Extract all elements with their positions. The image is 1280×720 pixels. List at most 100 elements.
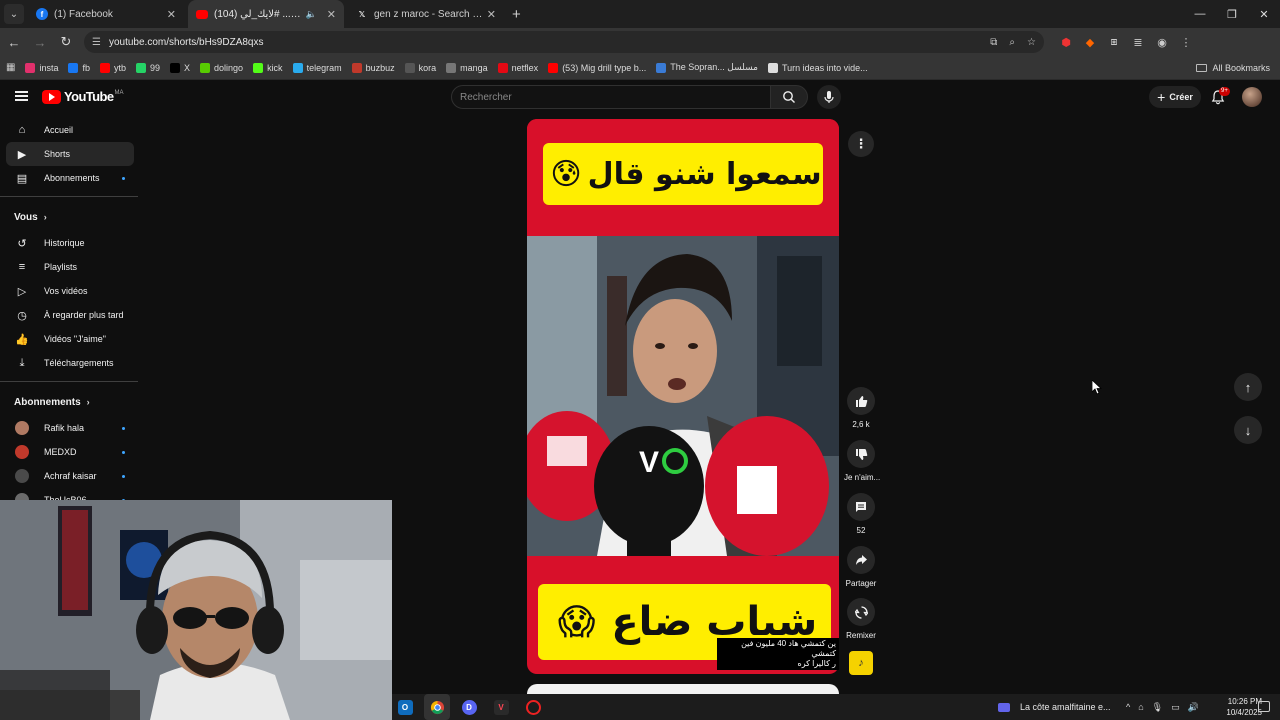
profile-icon[interactable]: ◉ — [1150, 36, 1174, 49]
svg-text:V: V — [639, 446, 659, 479]
bookmark-item[interactable]: fb — [68, 62, 90, 73]
bookmark-item[interactable]: manga — [446, 62, 488, 73]
sidebar-item[interactable]: ▷ Vos vidéos — [6, 279, 134, 303]
bookmark-item[interactable]: The Sopran... مسلسل — [656, 62, 758, 73]
tab-search-icon[interactable]: ⌄ — [4, 4, 24, 24]
sidebar-item[interactable]: Achraf kaisar — [6, 464, 134, 488]
close-tab-icon[interactable]: ✕ — [167, 8, 176, 21]
taskbar-discord-icon[interactable]: D — [456, 694, 482, 720]
extension-adblock-icon[interactable]: ⬢ — [1054, 36, 1078, 49]
bookmark-item[interactable]: telegram — [292, 62, 342, 73]
sidebar-section-subscriptions[interactable]: Abonnements › — [0, 388, 140, 416]
install-app-icon[interactable]: ⧉ — [990, 37, 997, 48]
sidebar-item[interactable]: 👍 Vidéos "J'aime" — [6, 327, 134, 351]
volume-icon[interactable]: 🔊 — [1188, 702, 1199, 713]
forward-icon[interactable]: → — [28, 30, 52, 54]
bookmark-item[interactable]: 99 — [136, 62, 160, 73]
zoom-icon[interactable]: ⌕ — [1009, 37, 1015, 48]
remix-button[interactable]: Remixer — [844, 598, 878, 640]
browser-tab[interactable]: 𝕏gen z maroc - Search / X ✕ — [348, 0, 504, 28]
extensions-puzzle-icon[interactable]: ⧆ — [1102, 36, 1126, 49]
network-icon[interactable]: ▭ — [1171, 702, 1180, 713]
search-input[interactable]: Rechercher — [451, 85, 771, 109]
bookmark-label: buzbuz — [365, 62, 395, 73]
close-tab-icon[interactable]: ✕ — [327, 8, 336, 21]
sidebar-item[interactable]: ⌂ Accueil — [6, 118, 134, 142]
notification-center-icon[interactable] — [1258, 701, 1270, 712]
share-button[interactable]: Partager — [844, 546, 878, 588]
taskbar-outlook-icon[interactable]: O — [392, 694, 418, 720]
bookmark-star-icon[interactable]: ☆ — [1027, 37, 1036, 48]
youtube-icon — [548, 62, 559, 73]
sidebar-item[interactable]: ≡ Playlists — [6, 255, 134, 279]
browser-tab[interactable]: (104) شباب ضاع... #لايك_لي🔈 ✕ — [188, 0, 344, 28]
browser-menu-icon[interactable]: ⋮ — [1174, 36, 1198, 49]
bookmark-item[interactable]: dolingo — [200, 62, 243, 73]
sidebar-item[interactable]: ◷ À regarder plus tard — [6, 303, 134, 327]
sidebar-item[interactable]: MEDXD — [6, 440, 134, 464]
create-label: Créer — [1169, 92, 1193, 102]
sound-thumbnail[interactable]: ♪ — [849, 651, 873, 675]
chevron-right-icon: › — [86, 397, 90, 407]
media-widget[interactable]: La côte amalfitaine e... — [998, 694, 1111, 720]
chevron-up-icon[interactable]: ^ — [1126, 702, 1130, 712]
close-window-icon[interactable]: ✕ — [1248, 0, 1280, 28]
bookmark-item[interactable]: buzbuz — [351, 62, 395, 73]
restore-icon[interactable]: ❐ — [1216, 0, 1248, 28]
menu-icon[interactable] — [15, 91, 28, 101]
account-avatar[interactable] — [1242, 87, 1262, 107]
bookmark-item[interactable]: (53) Mig drill type b... — [548, 62, 646, 73]
close-tab-icon[interactable]: ✕ — [487, 8, 496, 21]
reload-icon[interactable]: ↻ — [54, 30, 78, 54]
previous-short-arrow-icon[interactable]: ↑ — [1234, 373, 1262, 401]
url-text[interactable]: youtube.com/shorts/bHs9DZA8qxs — [109, 37, 978, 48]
sidebar-item[interactable]: ▤ Abonnements — [6, 166, 134, 190]
bookmark-item[interactable]: ytb — [99, 62, 126, 73]
sidebar-item-label: Rafik hala — [44, 423, 85, 433]
omnibox[interactable]: ☰ youtube.com/shorts/bHs9DZA8qxs ⧉ ⌕ ☆ — [84, 31, 1044, 53]
video-frame[interactable]: V — [527, 236, 839, 556]
more-options-icon[interactable]: ⋮ — [848, 131, 874, 157]
browser-tab[interactable]: f (1) Facebook ✕ — [28, 0, 184, 28]
usb-icon[interactable]: ⌂ — [1138, 702, 1143, 712]
minimize-icon[interactable]: — — [1184, 0, 1216, 28]
voice-search-button[interactable] — [817, 85, 841, 109]
back-icon[interactable]: ← — [2, 30, 26, 54]
bookmark-item[interactable]: kick — [253, 62, 283, 73]
sidebar-section-you[interactable]: Vous › — [0, 203, 140, 231]
microphone-tray-icon[interactable]: 🎙 — [1152, 702, 1163, 713]
bookmark-item[interactable]: netflex — [497, 62, 538, 73]
search-button[interactable] — [770, 85, 808, 109]
youtube-logo[interactable]: YouTube MA — [42, 89, 123, 104]
sidebar-item[interactable]: TheUcB06 — [6, 488, 134, 500]
new-tab-button[interactable]: + — [512, 6, 521, 23]
bookmark-item[interactable]: kora — [404, 62, 436, 73]
like-button[interactable]: 2,6 k — [844, 387, 878, 429]
tab-audio-icon[interactable]: 🔈 — [306, 9, 317, 20]
plus-icon: + — [1157, 89, 1166, 105]
taskbar-app-icon[interactable] — [520, 694, 546, 720]
extension-fox-icon[interactable]: ◆ — [1078, 36, 1102, 49]
media-controls-icon[interactable]: ≣ — [1126, 36, 1150, 49]
sidebar-item[interactable]: ▶ Shorts — [6, 142, 134, 166]
taskbar-clock[interactable]: 10:26 PM 10/4/2025 — [1222, 696, 1262, 718]
sidebar-item[interactable]: ↺ Historique — [6, 231, 134, 255]
sidebar-item[interactable]: ⤓ Téléchargements — [6, 351, 134, 375]
all-bookmarks-button[interactable]: All Bookmarks — [1196, 56, 1270, 80]
comments-button[interactable]: 52 — [844, 493, 878, 535]
site-info-icon[interactable]: ☰ — [92, 37, 101, 48]
taskbar-valorant-icon[interactable]: V — [488, 694, 514, 720]
kick-icon — [253, 62, 264, 73]
dislike-button[interactable]: Je n'aim... — [844, 440, 880, 482]
x-icon — [170, 62, 181, 73]
bookmark-item[interactable]: X — [170, 62, 190, 73]
sidebar-item[interactable]: Rafik hala — [6, 416, 134, 440]
thumbs-down-icon — [847, 440, 875, 468]
bookmark-item[interactable]: insta — [25, 62, 58, 73]
next-short-arrow-icon[interactable]: ↓ — [1234, 416, 1262, 444]
shorts-player[interactable]: 😰 سمعوا شنو قال V 😱 شباب ضاع — [527, 119, 839, 674]
create-button[interactable]: + Créer — [1149, 86, 1201, 108]
taskbar-chrome-icon[interactable] — [424, 694, 450, 720]
bookmark-item[interactable]: Turn ideas into vide... — [767, 62, 868, 73]
apps-grid-icon[interactable]: ▦ — [6, 62, 15, 73]
